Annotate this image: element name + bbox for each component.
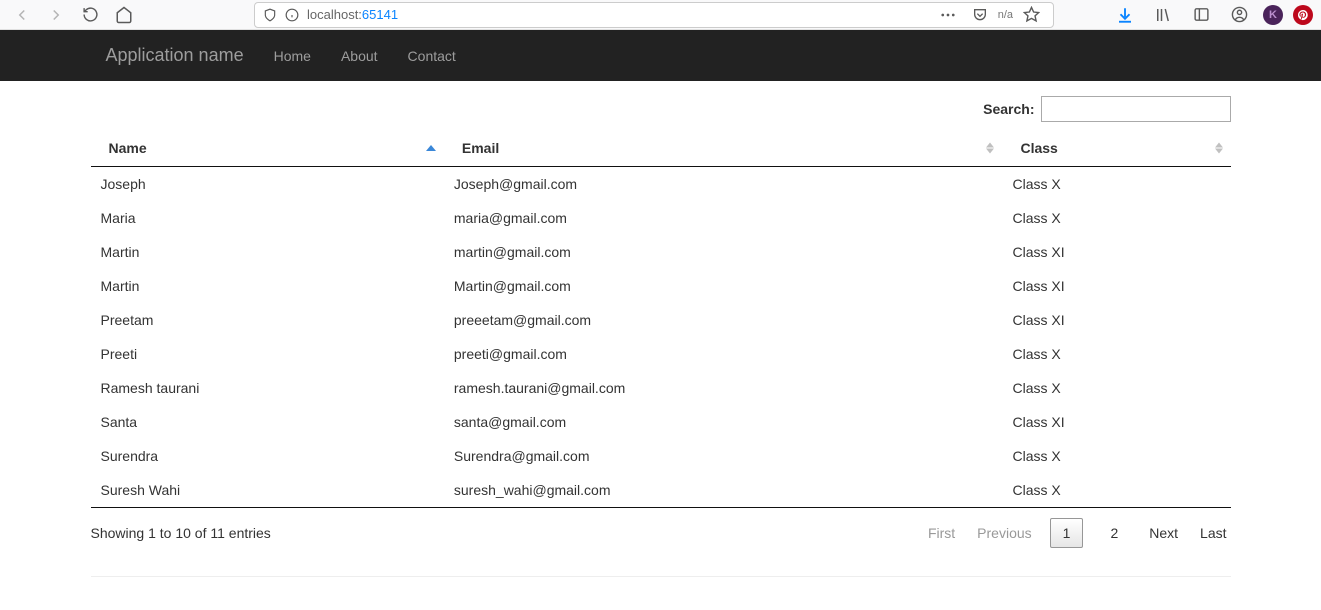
downloads-icon[interactable] bbox=[1111, 1, 1139, 29]
account-icon[interactable] bbox=[1225, 1, 1253, 29]
url-text: localhost:65141 bbox=[307, 7, 398, 22]
cell-class: Class X bbox=[1002, 337, 1230, 371]
table-row: Suresh Wahisuresh_wahi@gmail.comClass X bbox=[91, 473, 1231, 508]
page-number-1[interactable]: 1 bbox=[1050, 518, 1084, 548]
brand-link[interactable]: Application name bbox=[91, 30, 259, 81]
table-header-row: Name Email Class bbox=[91, 130, 1231, 167]
nav-home[interactable]: Home bbox=[259, 33, 326, 79]
pocket-icon[interactable] bbox=[966, 1, 994, 29]
page-number-2[interactable]: 2 bbox=[1097, 518, 1131, 548]
cell-email: maria@gmail.com bbox=[444, 201, 1003, 235]
pinterest-icon[interactable] bbox=[1293, 5, 1313, 25]
cell-name: Preetam bbox=[91, 303, 444, 337]
data-table: Name Email Class JosephJoseph@gmail.comC… bbox=[91, 130, 1231, 508]
table-row: Preetampreeetam@gmail.comClass XI bbox=[91, 303, 1231, 337]
col-name-header[interactable]: Name bbox=[91, 130, 444, 167]
cell-email: martin@gmail.com bbox=[444, 235, 1003, 269]
col-name-label: Name bbox=[109, 140, 147, 156]
nav-list: Home About Contact bbox=[259, 33, 471, 79]
main-container: Search: Name Email Class JosephJoseph@gm… bbox=[91, 81, 1231, 577]
cell-name: Joseph bbox=[91, 167, 444, 202]
cell-name: Suresh Wahi bbox=[91, 473, 444, 508]
cell-class: Class X bbox=[1002, 439, 1230, 473]
bookmark-star-icon[interactable] bbox=[1017, 1, 1045, 29]
library-icon[interactable] bbox=[1149, 1, 1177, 29]
cell-name: Maria bbox=[91, 201, 444, 235]
sort-both-icon bbox=[986, 143, 994, 154]
cell-class: Class XI bbox=[1002, 269, 1230, 303]
page-previous[interactable]: Previous bbox=[973, 519, 1035, 547]
cell-class: Class X bbox=[1002, 167, 1230, 202]
table-row: MartinMartin@gmail.comClass XI bbox=[91, 269, 1231, 303]
search-input[interactable] bbox=[1041, 96, 1231, 122]
table-row: Ramesh tauraniramesh.taurani@gmail.comCl… bbox=[91, 371, 1231, 405]
cell-name: Preeti bbox=[91, 337, 444, 371]
cell-email: suresh_wahi@gmail.com bbox=[444, 473, 1003, 508]
cell-class: Class X bbox=[1002, 473, 1230, 508]
cell-email: Surendra@gmail.com bbox=[444, 439, 1003, 473]
cell-name: Santa bbox=[91, 405, 444, 439]
browser-right-icons: K bbox=[1111, 1, 1313, 29]
table-row: Santasanta@gmail.comClass XI bbox=[91, 405, 1231, 439]
url-host: localhost: bbox=[307, 7, 362, 22]
url-port: 65141 bbox=[362, 7, 398, 22]
page-first[interactable]: First bbox=[924, 519, 959, 547]
col-email-label: Email bbox=[462, 140, 499, 156]
cell-name: Ramesh taurani bbox=[91, 371, 444, 405]
cell-class: Class X bbox=[1002, 371, 1230, 405]
page-actions: n/a bbox=[934, 1, 1045, 29]
cell-name: Martin bbox=[91, 269, 444, 303]
table-row: SurendraSurendra@gmail.comClass X bbox=[91, 439, 1231, 473]
pagination: First Previous 12 Next Last bbox=[924, 518, 1231, 548]
page-last[interactable]: Last bbox=[1196, 519, 1230, 547]
tracking-label: n/a bbox=[998, 9, 1013, 21]
profile-avatar[interactable]: K bbox=[1263, 5, 1283, 25]
site-info-icon[interactable] bbox=[285, 8, 299, 22]
home-button[interactable] bbox=[110, 1, 138, 29]
browser-toolbar: localhost:65141 n/a K bbox=[0, 0, 1321, 30]
footer-divider bbox=[91, 576, 1231, 577]
col-email-header[interactable]: Email bbox=[444, 130, 1003, 167]
forward-button[interactable] bbox=[42, 1, 70, 29]
entries-info: Showing 1 to 10 of 11 entries bbox=[91, 525, 271, 541]
nav-contact[interactable]: Contact bbox=[393, 33, 471, 79]
search-row: Search: bbox=[91, 96, 1231, 122]
sort-both-icon bbox=[1215, 143, 1223, 154]
nav-about[interactable]: About bbox=[326, 33, 393, 79]
col-class-label: Class bbox=[1020, 140, 1057, 156]
cell-name: Surendra bbox=[91, 439, 444, 473]
table-footer: Showing 1 to 10 of 11 entries First Prev… bbox=[91, 508, 1231, 558]
cell-name: Martin bbox=[91, 235, 444, 269]
table-row: JosephJoseph@gmail.comClass X bbox=[91, 167, 1231, 202]
tracking-shield-icon[interactable] bbox=[263, 8, 277, 22]
cell-class: Class X bbox=[1002, 201, 1230, 235]
cell-email: Joseph@gmail.com bbox=[444, 167, 1003, 202]
page-next[interactable]: Next bbox=[1145, 519, 1182, 547]
cell-email: preeti@gmail.com bbox=[444, 337, 1003, 371]
col-class-header[interactable]: Class bbox=[1002, 130, 1230, 167]
table-row: Mariamaria@gmail.comClass X bbox=[91, 201, 1231, 235]
sort-asc-icon bbox=[426, 145, 436, 151]
reload-button[interactable] bbox=[76, 1, 104, 29]
cell-email: Martin@gmail.com bbox=[444, 269, 1003, 303]
cell-class: Class XI bbox=[1002, 405, 1230, 439]
back-button[interactable] bbox=[8, 1, 36, 29]
cell-email: santa@gmail.com bbox=[444, 405, 1003, 439]
app-navbar: Application name Home About Contact bbox=[0, 30, 1321, 81]
cell-email: preeetam@gmail.com bbox=[444, 303, 1003, 337]
table-row: Preetipreeti@gmail.comClass X bbox=[91, 337, 1231, 371]
address-bar[interactable]: localhost:65141 n/a bbox=[254, 2, 1054, 28]
cell-email: ramesh.taurani@gmail.com bbox=[444, 371, 1003, 405]
cell-class: Class XI bbox=[1002, 303, 1230, 337]
sidebar-icon[interactable] bbox=[1187, 1, 1215, 29]
table-row: Martinmartin@gmail.comClass XI bbox=[91, 235, 1231, 269]
search-label: Search: bbox=[983, 101, 1034, 117]
page-actions-menu-icon[interactable] bbox=[934, 1, 962, 29]
cell-class: Class XI bbox=[1002, 235, 1230, 269]
